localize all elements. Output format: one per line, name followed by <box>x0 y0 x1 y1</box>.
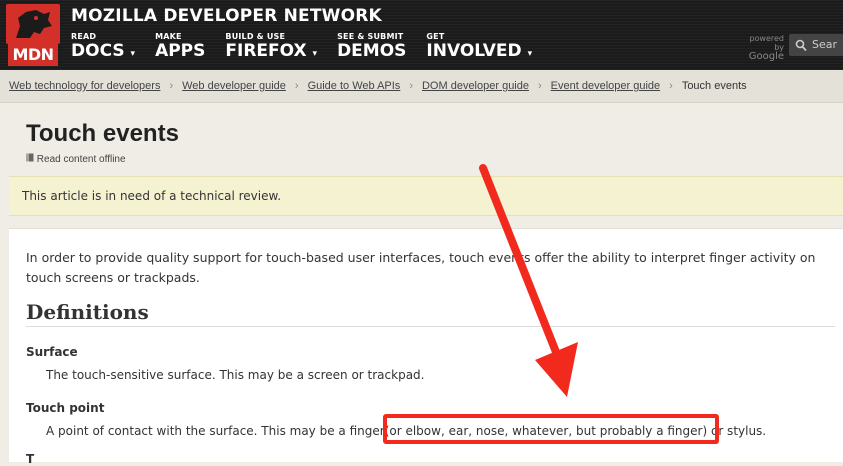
annotation-arrow-icon <box>479 164 578 397</box>
